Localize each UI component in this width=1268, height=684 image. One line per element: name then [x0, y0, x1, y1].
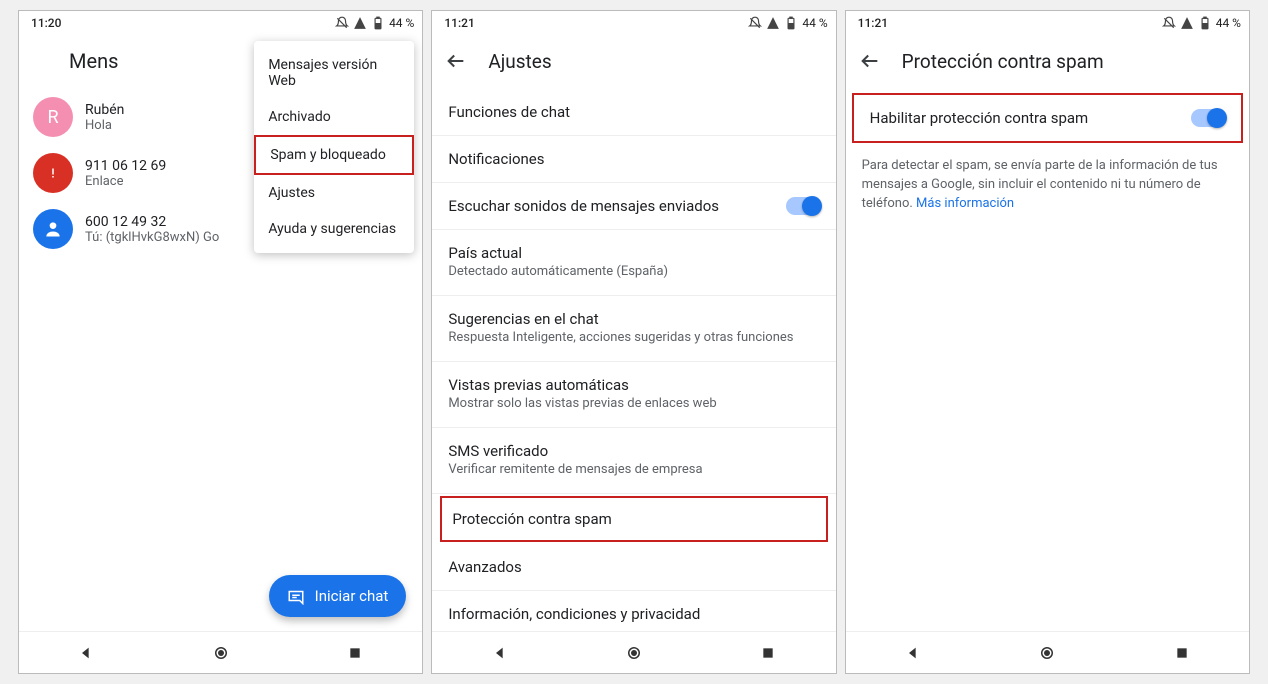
menu-item-spam-blocked[interactable]: Spam y bloqueado — [254, 135, 414, 175]
nav-bar — [432, 631, 835, 673]
conversation-preview: Tú: (tgklHvkG8wxN) Go — [85, 230, 219, 245]
more-info-link[interactable]: Más información — [916, 196, 1014, 211]
conversation-name: Rubén — [85, 102, 124, 118]
battery-icon — [1198, 16, 1212, 30]
conversation-name: 911 06 12 69 — [85, 158, 166, 174]
menu-item-web[interactable]: Mensajes versión Web — [254, 47, 414, 99]
signal-icon — [353, 16, 367, 30]
status-bar: 11:21 44 % — [846, 11, 1249, 33]
toggle-switch[interactable] — [786, 197, 820, 215]
notification-off-icon — [335, 16, 349, 30]
menu-item-help[interactable]: Ayuda y sugerencias — [254, 211, 414, 247]
setting-sounds[interactable]: Escuchar sonidos de mensajes enviados — [432, 183, 835, 230]
battery-percent: 44 % — [1216, 16, 1241, 30]
setting-country[interactable]: País actual Detectado automáticamente (E… — [432, 230, 835, 296]
toggle-switch[interactable] — [1191, 109, 1225, 127]
enable-spam-protection-row[interactable]: Habilitar protección contra spam — [852, 93, 1243, 143]
screen-spam-protection: 11:21 44 % Protección contra spam Habili… — [845, 10, 1250, 674]
nav-recent-button[interactable] — [1173, 644, 1191, 662]
setting-notifications[interactable]: Notificaciones — [432, 136, 835, 183]
nav-home-button[interactable] — [212, 644, 230, 662]
screen-messages: 11:20 44 % Mens R Rubén Hola — [18, 10, 423, 674]
conversation-preview: Hola — [85, 118, 124, 133]
setting-spam-protection[interactable]: Protección contra spam — [440, 496, 827, 542]
nav-recent-button[interactable] — [759, 644, 777, 662]
overflow-menu: Mensajes versión Web Archivado Spam y bl… — [254, 41, 414, 253]
battery-icon — [784, 16, 798, 30]
setting-chat-features[interactable]: Funciones de chat — [432, 89, 835, 136]
alert-icon — [44, 164, 62, 182]
fab-label: Iniciar chat — [315, 587, 389, 605]
nav-home-button[interactable] — [1038, 644, 1056, 662]
notification-off-icon — [748, 16, 762, 30]
app-bar: Protección contra spam — [846, 33, 1249, 89]
arrow-back-icon — [445, 50, 467, 72]
setting-advanced[interactable]: Avanzados — [432, 544, 835, 591]
nav-recent-button[interactable] — [346, 644, 364, 662]
clock: 11:21 — [858, 16, 888, 30]
avatar-person — [33, 209, 73, 249]
menu-item-settings[interactable]: Ajustes — [254, 175, 414, 211]
start-chat-fab[interactable]: Iniciar chat — [269, 575, 407, 617]
menu-item-archived[interactable]: Archivado — [254, 99, 414, 135]
battery-icon — [371, 16, 385, 30]
nav-back-button[interactable] — [77, 644, 95, 662]
screen-settings: 11:21 44 % Ajustes Funciones de chat Not… — [431, 10, 836, 674]
setting-about[interactable]: Información, condiciones y privacidad — [432, 591, 835, 631]
back-button[interactable] — [858, 49, 882, 73]
page-title: Mens — [69, 49, 118, 73]
clock: 11:20 — [31, 16, 61, 30]
signal-icon — [766, 16, 780, 30]
setting-previews[interactable]: Vistas previas automáticas Mostrar solo … — [432, 362, 835, 428]
toggle-label: Habilitar protección contra spam — [870, 109, 1089, 127]
setting-verified-sms[interactable]: SMS verificado Verificar remitente de me… — [432, 428, 835, 494]
chat-icon — [287, 587, 305, 605]
back-button[interactable] — [444, 49, 468, 73]
spam-info-text: Para detectar el spam, se envía parte de… — [846, 147, 1249, 224]
signal-icon — [1180, 16, 1194, 30]
app-bar: Ajustes — [432, 33, 835, 89]
conversation-preview: Enlace — [85, 174, 166, 189]
status-icons: 44 % — [748, 16, 827, 30]
nav-bar — [19, 631, 422, 673]
battery-percent: 44 % — [802, 16, 827, 30]
arrow-back-icon — [859, 50, 881, 72]
nav-home-button[interactable] — [625, 644, 643, 662]
page-title: Protección contra spam — [902, 50, 1104, 73]
setting-chat-suggestions[interactable]: Sugerencias en el chat Respuesta Intelig… — [432, 296, 835, 362]
status-bar: 11:20 44 % — [19, 11, 422, 33]
battery-percent: 44 % — [389, 16, 414, 30]
avatar-letter: R — [33, 97, 73, 137]
clock: 11:21 — [444, 16, 474, 30]
nav-back-button[interactable] — [904, 644, 922, 662]
status-bar: 11:21 44 % — [432, 11, 835, 33]
page-title: Ajustes — [488, 50, 551, 73]
notification-off-icon — [1162, 16, 1176, 30]
settings-list: Funciones de chat Notificaciones Escucha… — [432, 89, 835, 631]
nav-back-button[interactable] — [491, 644, 509, 662]
status-icons: 44 % — [335, 16, 414, 30]
person-icon — [43, 219, 63, 239]
status-icons: 44 % — [1162, 16, 1241, 30]
content-area: Habilitar protección contra spam Para de… — [846, 89, 1249, 631]
nav-bar — [846, 631, 1249, 673]
conversation-name: 600 12 49 32 — [85, 214, 219, 230]
avatar-alert — [33, 153, 73, 193]
